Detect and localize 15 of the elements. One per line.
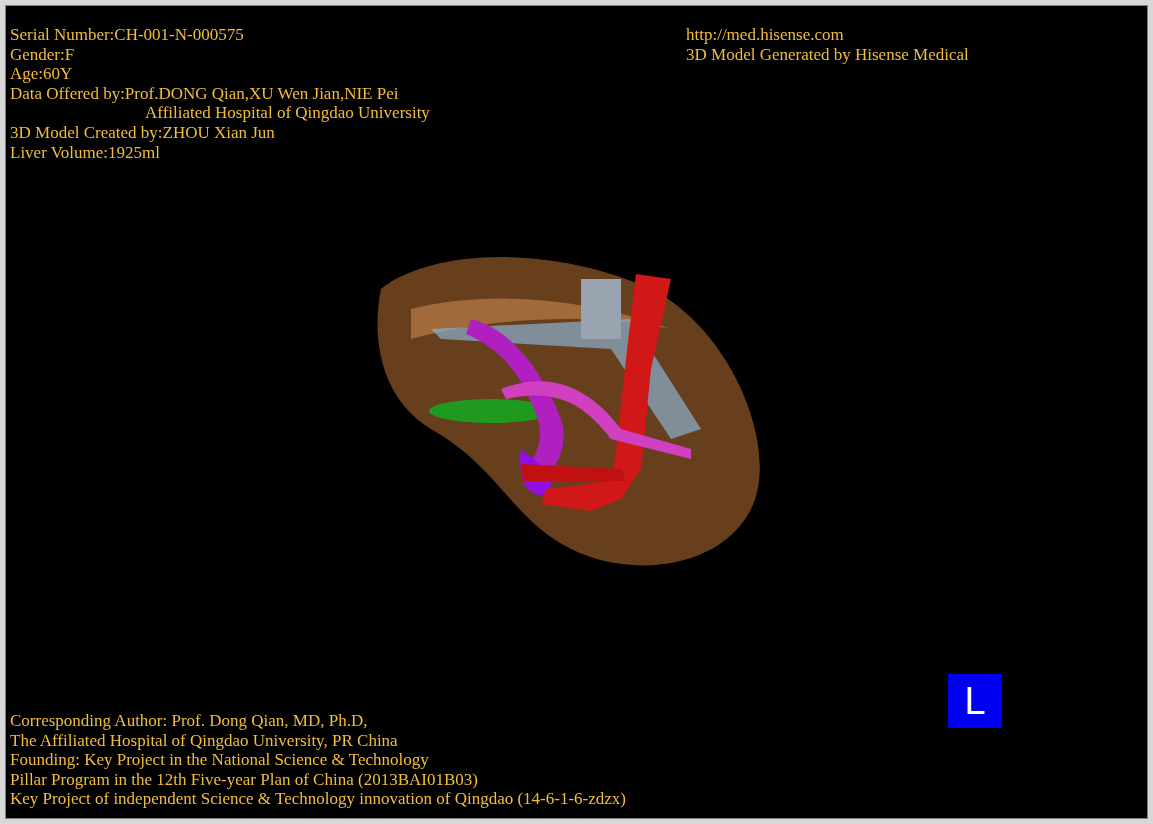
info-text: Key Project of independent Science & Technology innovation of Qingdao (14-6-1-6-zdzx) (10, 789, 626, 809)
orientation-marker: L (948, 674, 1002, 729)
info-text: Data Offered by:Prof.DONG Qian,XU Wen Jian,NIE Pei (10, 83, 400, 104)
info-text: 3D Model Created by:ZHOU Xian Jun (10, 122, 276, 143)
info-text: Affiliated Hospital of Qingdao University (144, 103, 431, 123)
info-text: Gender:F (10, 44, 76, 65)
info-text: Pillar Program in the 12th Five-year Plan of China (2013BAI01B03) (10, 769, 479, 790)
info-text: The Affiliated Hospital of Qingdao University, PR China (10, 730, 399, 751)
info-text: Founding: Key Project in the National Science & Technology (10, 750, 430, 770)
info-text: Liver Volume:1925ml (10, 142, 161, 163)
info-text: Age:60Y (10, 64, 74, 84)
info-text: 3D Model Generated by Hisense Medical (686, 44, 969, 65)
info-text: http://med.hisense.com (686, 25, 845, 45)
info-text: Serial Number:CH-001-N-000575 (10, 25, 245, 45)
info-text: Corresponding Author: Prof. Dong Qian, MD, Ph.D, (10, 711, 369, 731)
